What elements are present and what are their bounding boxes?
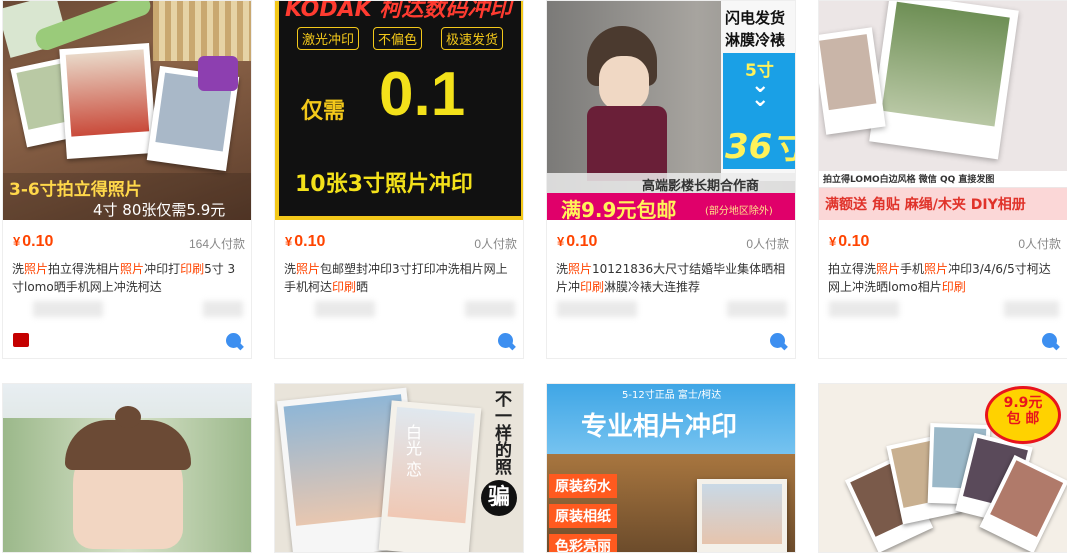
thumb-bottom: 满额送 角贴 麻绳/木夹 DIY相册: [825, 197, 1026, 213]
price: ¥0.10: [829, 233, 870, 250]
product-title-link[interactable]: 洗照片10121836大尺寸结婚毕业集体晒相片冲印刷淋膜冷裱大连推荐: [556, 260, 790, 296]
product-card[interactable]: 拍立得LOMO白边风格 微信 QQ 直接发图 满额送 角贴 麻绳/木夹 DIY相…: [818, 0, 1067, 359]
thumb-caption-line2: 4寸 80张仅需5.9元: [93, 201, 226, 219]
product-thumbnail[interactable]: [3, 384, 251, 552]
product-card[interactable]: 闪电发货 淋膜冷裱 5寸 ⌄⌄ 36寸 高端影楼长期合作商 满9.9元包邮 (部…: [546, 0, 796, 359]
shop-name-blurred[interactable]: [13, 301, 245, 317]
deal-count: 0人付款: [746, 237, 789, 251]
thumb-side-1: 闪电发货: [725, 9, 786, 27]
product-thumbnail[interactable]: 拍立得LOMO白边风格 微信 QQ 直接发图 满额送 角贴 麻绳/木夹 DIY相…: [819, 1, 1067, 220]
thumb-only-label: 仅需: [301, 99, 346, 124]
thumb-tag-2: 原装相纸: [549, 504, 617, 528]
shop-name-blurred[interactable]: [557, 301, 789, 317]
product-thumbnail[interactable]: 白光 恋 不一样的照 骗: [275, 384, 523, 552]
chevron-down-icon: ⌄ ⌄: [751, 73, 770, 112]
deal-count: 0人付款: [1018, 237, 1061, 251]
price-row: ¥0.10 0人付款: [285, 233, 517, 253]
thumb-price: 0.1: [379, 60, 466, 129]
price-row: ¥0.10 0人付款: [557, 233, 789, 253]
thumb-tag-3: 色彩亮丽: [549, 534, 617, 552]
shop-name-blurred[interactable]: [285, 301, 517, 317]
product-card[interactable]: 白光 恋 不一样的照 骗: [274, 383, 524, 553]
product-thumbnail[interactable]: 9.9元 包 邮: [819, 384, 1067, 552]
promo-badge: 9.9元 包 邮: [985, 386, 1061, 444]
deal-count: 0人付款: [474, 237, 517, 251]
thumb-strip: 拍立得LOMO白边风格 微信 QQ 直接发图: [823, 175, 995, 185]
product-thumbnail[interactable]: 5-12寸正品 富士/柯达 专业相片冲印 原装药水 原装相纸 色彩亮丽: [547, 384, 795, 552]
product-card[interactable]: 9.9元 包 邮: [818, 383, 1067, 553]
shop-name-blurred[interactable]: [829, 301, 1061, 317]
product-card[interactable]: KODAK 柯达数码冲印 激光冲印 不偏色 极速发货 仅需 0.1 10张3寸照…: [274, 0, 524, 359]
badge-top: 9.9元: [1003, 395, 1043, 411]
price-row: ¥0.10 164人付款: [13, 233, 245, 253]
thumb-promo: 满9.9元包邮: [561, 198, 677, 220]
product-thumbnail[interactable]: 3-6寸拍立得照片 4寸 80张仅需5.9元: [3, 1, 251, 220]
wangwang-chat-icon[interactable]: [498, 333, 513, 348]
thumb-badge: 骗: [481, 480, 517, 516]
thumb-promo-note: (部分地区除外): [705, 206, 773, 217]
thumb-tag: 白光 恋: [403, 424, 422, 478]
thumb-size-big: 36寸: [725, 127, 795, 167]
wangwang-chat-icon[interactable]: [226, 333, 241, 348]
thumb-studio: 高端影楼长期合作商: [642, 179, 760, 194]
tmall-shop-icon[interactable]: [13, 333, 29, 347]
thumb-bottom-caption: 10张3寸照片冲印: [295, 172, 473, 197]
price: ¥0.10: [285, 233, 326, 250]
thumb-tag-1: 激光冲印: [297, 27, 360, 50]
badge-bottom: 包 邮: [1006, 411, 1040, 427]
product-title-link[interactable]: 洗照片包邮塑封冲印3寸打印冲洗相片网上手机柯达印刷晒: [284, 260, 518, 296]
thumb-title: 专业相片冲印: [581, 412, 738, 442]
product-thumbnail[interactable]: KODAK 柯达数码冲印 激光冲印 不偏色 极速发货 仅需 0.1 10张3寸照…: [275, 1, 523, 220]
thumb-tag-2: 不偏色: [373, 27, 423, 50]
price: ¥0.10: [13, 233, 54, 250]
deal-count: 164人付款: [188, 237, 245, 251]
thumb-tag-3: 极速发货: [441, 27, 504, 50]
product-card[interactable]: 3-6寸拍立得照片 4寸 80张仅需5.9元 ¥0.10 164人付款 洗照片拍…: [2, 0, 252, 359]
thumb-caption-line1: 3-6寸拍立得照片: [9, 180, 142, 200]
thumb-side-2: 淋膜冷裱: [725, 31, 786, 49]
product-card[interactable]: 5-12寸正品 富士/柯达 专业相片冲印 原装药水 原装相纸 色彩亮丽: [546, 383, 796, 553]
thumb-header: KODAK 柯达数码冲印: [285, 1, 512, 22]
thumb-top: 5-12寸正品 富士/柯达: [622, 390, 722, 401]
wangwang-chat-icon[interactable]: [770, 333, 785, 348]
thumb-side-text: 不一样的照: [491, 390, 511, 475]
product-title-link[interactable]: 拍立得洗照片手机照片冲印3/4/6/5寸柯达网上冲洗晒lomo相片印刷: [828, 260, 1062, 296]
thumb-tag-1: 原装药水: [549, 474, 617, 498]
wangwang-chat-icon[interactable]: [1042, 333, 1057, 348]
price-row: ¥0.10 0人付款: [829, 233, 1061, 253]
product-title-link[interactable]: 洗照片拍立得洗相片照片冲印打印刷5寸 3寸lomo晒手机网上冲洗柯达: [12, 260, 246, 296]
product-thumbnail[interactable]: 闪电发货 淋膜冷裱 5寸 ⌄⌄ 36寸 高端影楼长期合作商 满9.9元包邮 (部…: [547, 1, 795, 220]
price: ¥0.10: [557, 233, 598, 250]
product-card[interactable]: [2, 383, 252, 553]
